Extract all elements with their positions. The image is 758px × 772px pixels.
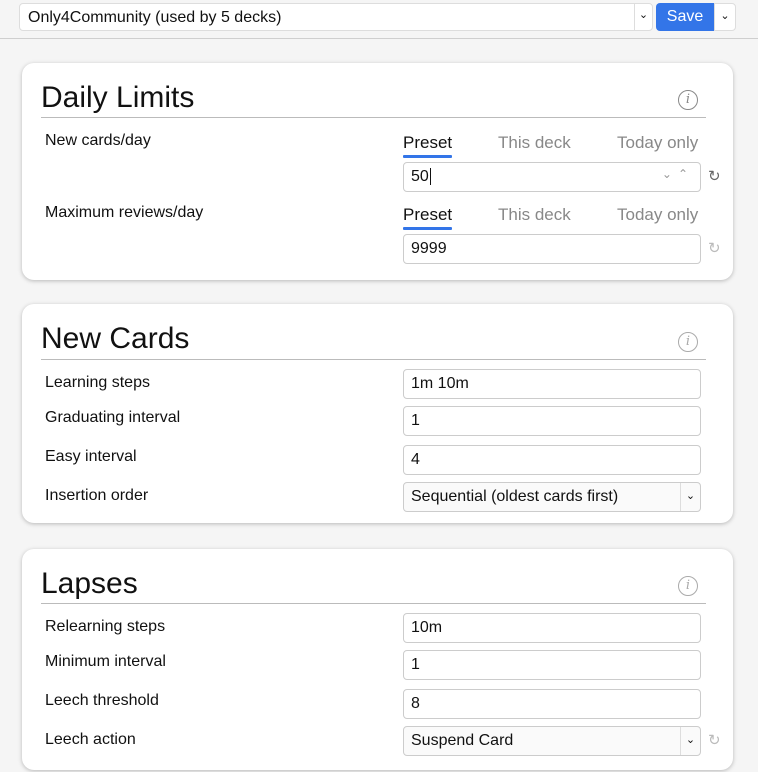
preset-name: Only4Community (used by 5 decks) bbox=[28, 9, 282, 26]
tab-active-indicator bbox=[403, 155, 452, 158]
tab-active-indicator bbox=[403, 227, 452, 230]
text-cursor bbox=[429, 168, 431, 185]
graduating-interval-input[interactable]: 1 bbox=[403, 406, 701, 436]
insertion-order-label: Insertion order bbox=[45, 487, 149, 504]
leech-threshold-input[interactable]: 8 bbox=[403, 689, 701, 719]
divider bbox=[41, 117, 706, 118]
save-button[interactable]: Save bbox=[656, 3, 714, 31]
input-value: 1 bbox=[411, 656, 420, 673]
leech-action-label: Leech action bbox=[45, 731, 136, 748]
input-value: 10m bbox=[411, 619, 443, 636]
tab-this-deck[interactable]: This deck bbox=[498, 205, 571, 225]
tab-today-only[interactable]: Today only bbox=[617, 133, 698, 153]
chevron-down-icon[interactable]: ⌄ bbox=[680, 483, 700, 511]
input-value: 9999 bbox=[411, 240, 447, 257]
relearning-steps-input[interactable]: 10m bbox=[403, 613, 701, 643]
divider bbox=[41, 359, 706, 360]
tab-today-only[interactable]: Today only bbox=[617, 205, 698, 225]
info-icon[interactable]: i bbox=[678, 576, 698, 596]
max-reviews-day-input[interactable]: 9999 bbox=[403, 234, 701, 264]
section-title: New Cards bbox=[41, 322, 190, 355]
tab-preset[interactable]: Preset bbox=[403, 205, 452, 225]
reset-icon[interactable]: ↻ bbox=[708, 167, 721, 185]
input-value: 1 bbox=[411, 412, 420, 429]
spinner-arrows-icon[interactable]: ⌄⌃ bbox=[662, 167, 694, 181]
input-value: 1m 10m bbox=[411, 375, 469, 392]
new-cards-card: New Cards i Learning steps 1m 10m Gradua… bbox=[22, 304, 733, 523]
input-value: 50 bbox=[411, 168, 429, 185]
info-icon[interactable]: i bbox=[678, 90, 698, 110]
insertion-order-select[interactable]: Sequential (oldest cards first) ⌄ bbox=[403, 482, 701, 512]
lapses-card: Lapses i Relearning steps 10m Minimum in… bbox=[22, 549, 733, 770]
input-value: 4 bbox=[411, 451, 420, 468]
reset-icon[interactable]: ↻ bbox=[708, 239, 721, 257]
easy-interval-label: Easy interval bbox=[45, 448, 137, 465]
tab-this-deck[interactable]: This deck bbox=[498, 133, 571, 153]
divider bbox=[41, 603, 706, 604]
tab-preset[interactable]: Preset bbox=[403, 133, 452, 153]
save-options-chevron-icon[interactable]: ⌄ bbox=[714, 3, 736, 31]
chevron-down-icon[interactable]: ⌄ bbox=[680, 727, 700, 755]
section-title: Daily Limits bbox=[41, 81, 195, 114]
easy-interval-input[interactable]: 4 bbox=[403, 445, 701, 475]
leech-action-select[interactable]: Suspend Card ⌄ bbox=[403, 726, 701, 756]
input-value: 8 bbox=[411, 695, 420, 712]
select-value: Sequential (oldest cards first) bbox=[411, 488, 619, 505]
chevron-down-icon[interactable]: ⌄ bbox=[634, 4, 652, 30]
graduating-interval-label: Graduating interval bbox=[45, 409, 181, 426]
new-cards-day-label: New cards/day bbox=[45, 132, 151, 149]
info-icon[interactable]: i bbox=[678, 332, 698, 352]
relearning-steps-label: Relearning steps bbox=[45, 618, 166, 635]
new-cards-day-input[interactable]: 50 ⌄⌃ bbox=[403, 162, 701, 192]
select-value: Suspend Card bbox=[411, 732, 514, 749]
max-reviews-day-label: Maximum reviews/day bbox=[45, 204, 204, 221]
minimum-interval-label: Minimum interval bbox=[45, 653, 166, 670]
learning-steps-input[interactable]: 1m 10m bbox=[403, 369, 701, 399]
learning-steps-label: Learning steps bbox=[45, 374, 150, 391]
preset-select[interactable]: Only4Community (used by 5 decks) ⌄ bbox=[19, 3, 653, 31]
leech-threshold-label: Leech threshold bbox=[45, 692, 159, 709]
daily-limits-card: Daily Limits i New cards/day Preset This… bbox=[22, 63, 733, 280]
section-title: Lapses bbox=[41, 567, 138, 600]
minimum-interval-input[interactable]: 1 bbox=[403, 650, 701, 680]
reset-icon[interactable]: ↻ bbox=[708, 731, 721, 749]
